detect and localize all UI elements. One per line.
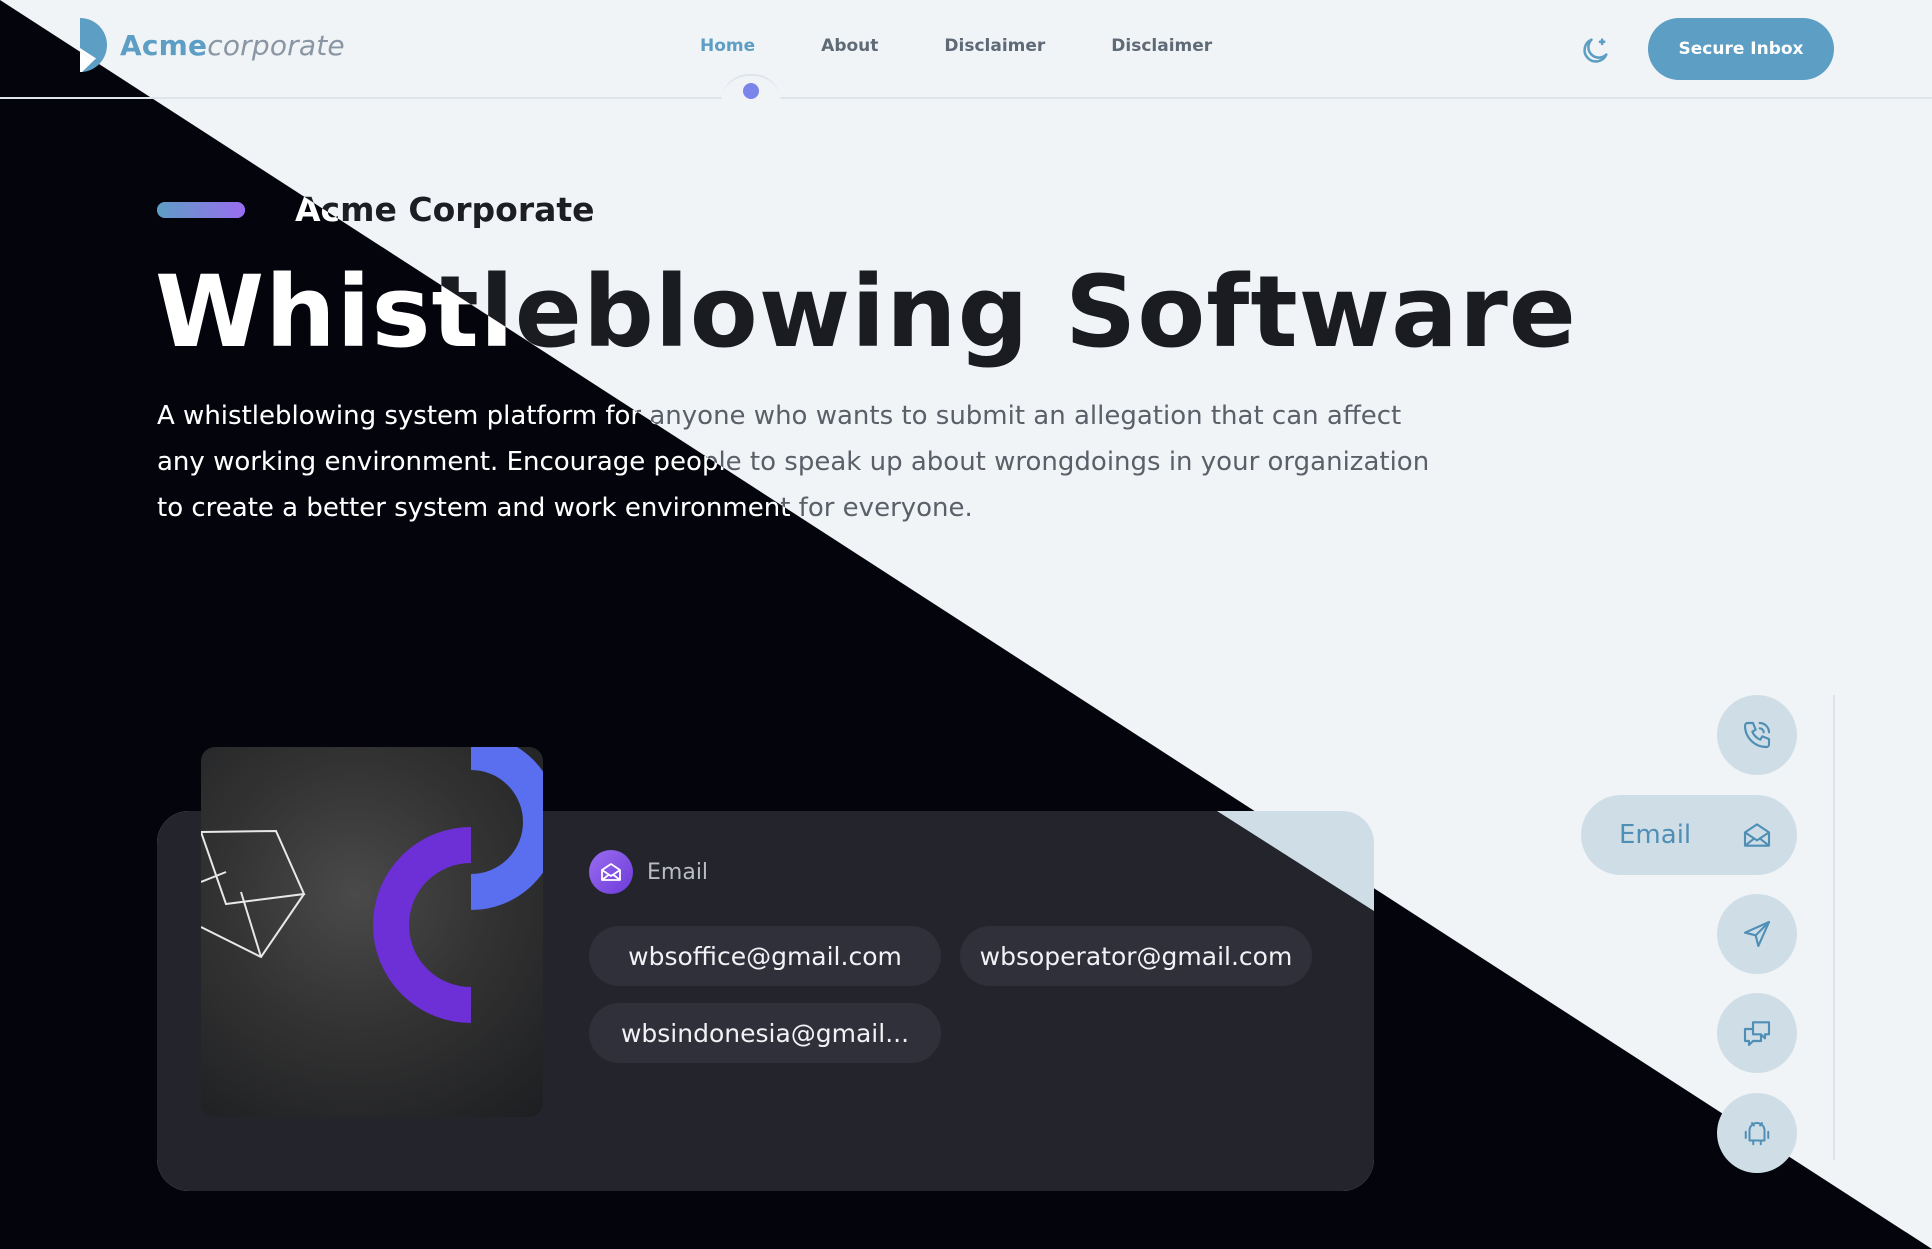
email-chip-operator[interactable]: wbsoperator@gmail.com [960,926,1312,986]
side-rail-track [1833,695,1835,1160]
logo[interactable]: Acmecorporate [80,18,345,72]
send-icon [1741,918,1773,950]
rail-send-button[interactable] [1717,894,1797,974]
email-chip-indonesia[interactable]: wbsindonesia@gmail... [589,1003,941,1063]
top-navbar: Acmecorporate Home About Disclaimer Disc… [0,0,1932,99]
nav-disclaimer-2[interactable]: Disclaimer [1111,36,1212,56]
logo-text: Acmecorporate [120,29,345,62]
email-icon [1741,819,1773,851]
logo-italic: corporate [207,28,345,62]
rail-phone-button[interactable] [1717,695,1797,775]
rail-android-button[interactable] [1717,1093,1797,1173]
card-illustration [201,747,543,1117]
logo-bold: Acme [120,28,208,62]
rail-email-label: Email [1619,820,1692,850]
phone-icon [1741,719,1773,751]
nav-home[interactable]: Home [700,36,755,56]
envelope-icon [589,850,633,894]
android-icon [1742,1118,1772,1148]
nav-about[interactable]: About [821,36,878,56]
logo-mark-icon [80,18,110,72]
hero-title: Whistleblowing Software [155,255,1577,370]
nav-indicator-dot [743,83,759,99]
eyebrow-gradient-bar [157,201,245,218]
hero-eyebrow: Acme Corporate [157,190,595,229]
main-nav: Home About Disclaimer Disclaimer [700,36,1278,56]
theme-toggle-moon-icon[interactable] [1578,34,1612,68]
rail-email-button[interactable]: Email [1581,795,1797,875]
chat-icon [1741,1017,1773,1049]
card-label-text: Email [647,859,709,885]
hero-description: A whistleblowing system platform for any… [157,401,1430,523]
nav-disclaimer[interactable]: Disclaimer [944,36,1045,56]
nav-active-indicator [721,74,781,102]
card-label: Email [589,850,708,894]
rail-chat-button[interactable] [1717,993,1797,1073]
page: Acmecorporate Home About Disclaimer Disc… [0,0,1932,1249]
email-chip-office[interactable]: wbsoffice@gmail.com [589,926,941,986]
eyebrow-text: Acme Corporate [295,190,595,229]
secure-inbox-button[interactable]: Secure Inbox [1648,18,1834,80]
